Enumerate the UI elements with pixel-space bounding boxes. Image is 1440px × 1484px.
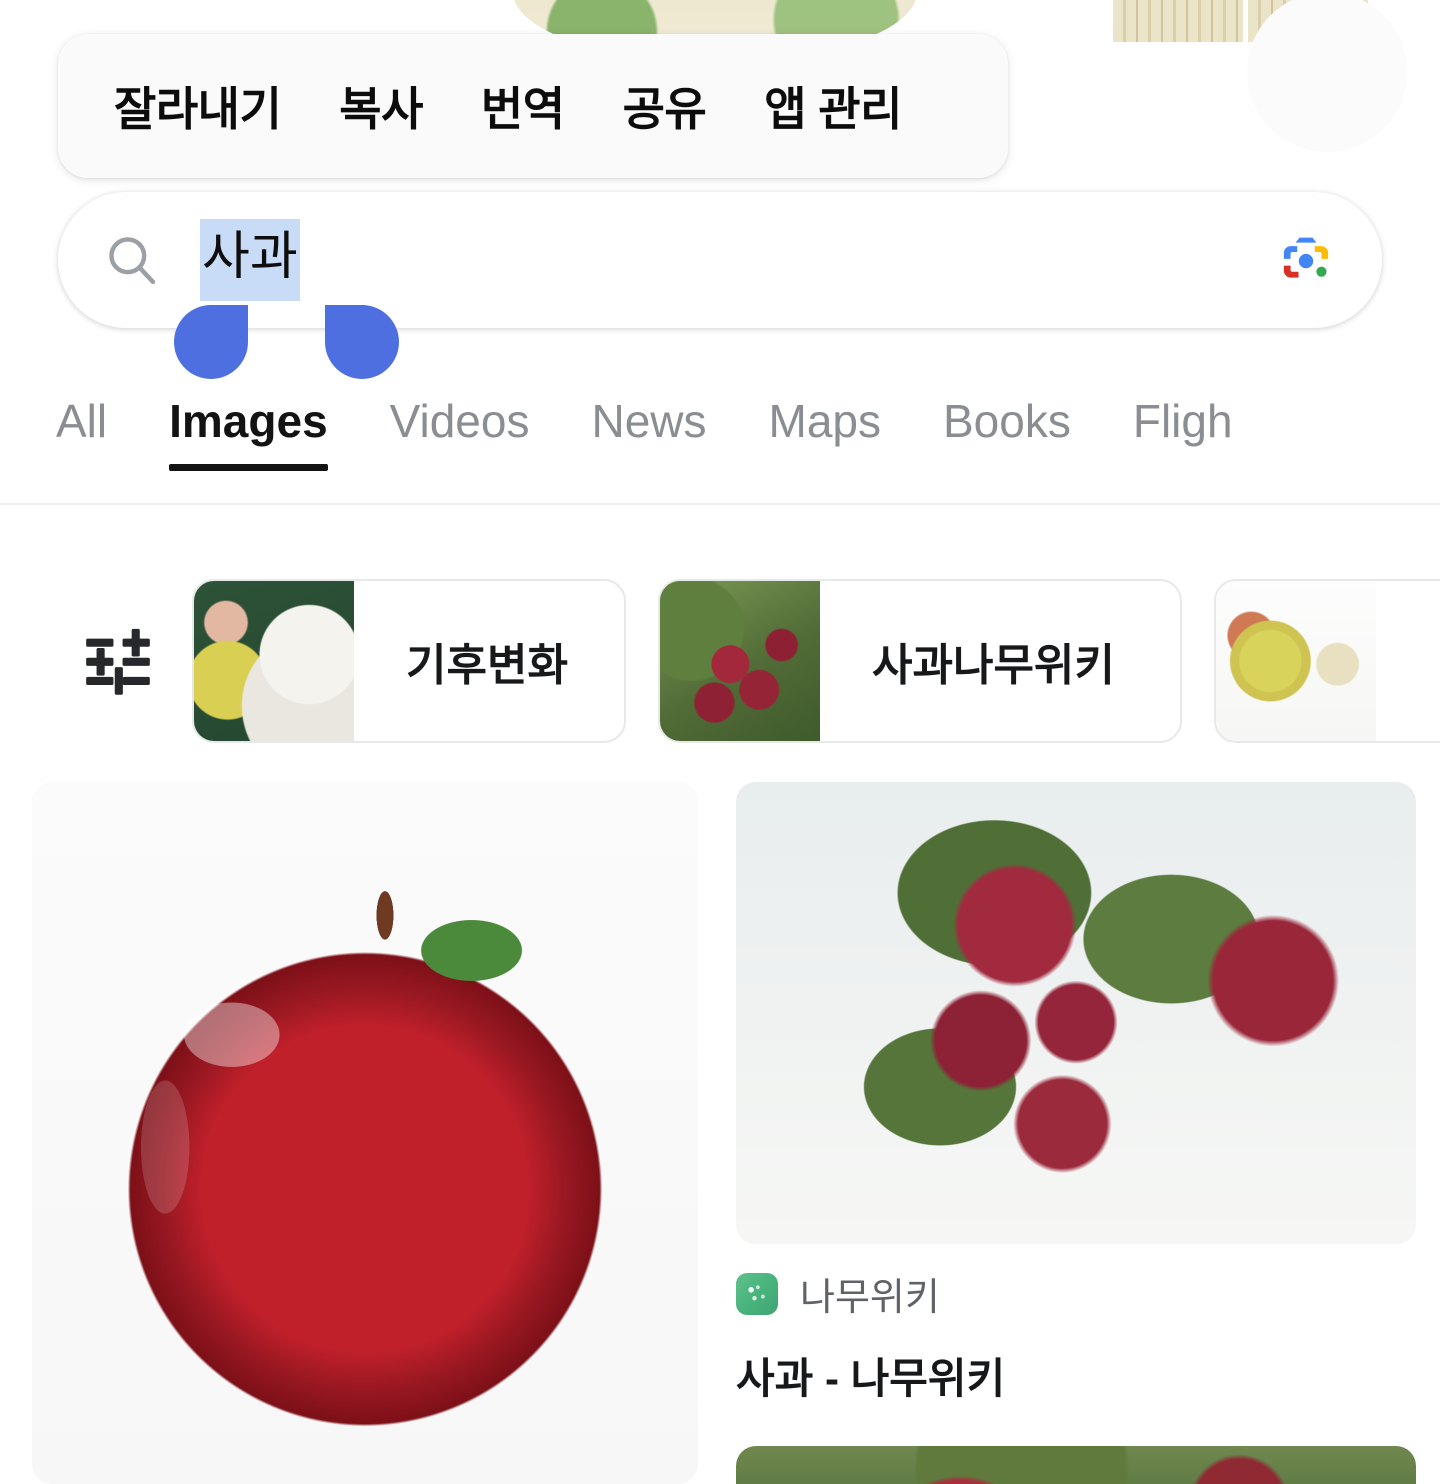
image-result-card[interactable] bbox=[32, 782, 698, 1484]
context-menu-item-copy[interactable]: 복사 bbox=[339, 73, 423, 139]
tab-news[interactable]: News bbox=[591, 372, 706, 449]
tab-maps[interactable]: Maps bbox=[769, 372, 881, 449]
results-column-right: 나무위키 사과 - 나무위키 bbox=[736, 782, 1416, 1484]
related-chip-climate-change[interactable]: 기후변화 bbox=[192, 579, 626, 743]
result-title[interactable]: 사과 - 나무위키 bbox=[736, 1345, 1416, 1406]
avatar[interactable] bbox=[1247, 0, 1407, 152]
chip-label: 기후변화 bbox=[406, 641, 568, 690]
chip-thumbnail-yellow-apple bbox=[1216, 581, 1376, 741]
result-image-red-apple[interactable] bbox=[32, 782, 698, 1484]
result-source-row: 나무위키 bbox=[736, 1266, 1416, 1321]
search-vertical-tabs: All Images Videos News Maps Books Fligh bbox=[0, 372, 1440, 503]
tune-icon[interactable] bbox=[70, 613, 166, 709]
image-result-card[interactable] bbox=[736, 1446, 1416, 1484]
selection-handle-end[interactable] bbox=[325, 305, 399, 379]
tab-images[interactable]: Images bbox=[169, 372, 328, 472]
related-chip-apple-tree-namuwiki[interactable]: 사과나무위키 bbox=[658, 579, 1182, 743]
related-search-chips-row: 기후변화 사과나무위키 bbox=[0, 565, 1440, 757]
results-column-left bbox=[32, 782, 698, 1484]
google-lens-icon[interactable] bbox=[1274, 228, 1338, 292]
search-bar[interactable]: 사과 bbox=[58, 192, 1382, 328]
chip-thumbnail-dog-with-apple bbox=[194, 581, 354, 741]
context-menu-item-manage-apps[interactable]: 앱 관리 bbox=[764, 73, 902, 139]
image-results-grid: 나무위키 사과 - 나무위키 bbox=[0, 782, 1440, 1484]
tab-videos[interactable]: Videos bbox=[390, 372, 530, 449]
chip-thumbnail-apples-on-tree bbox=[660, 581, 820, 741]
search-icon bbox=[109, 237, 156, 285]
selection-handle-start[interactable] bbox=[174, 305, 248, 379]
tab-bar-divider bbox=[0, 503, 1440, 505]
context-menu-item-cut[interactable]: 잘라내기 bbox=[114, 73, 282, 139]
chip-label: 사과나무위키 bbox=[872, 641, 1115, 690]
result-image-green-orchard[interactable] bbox=[736, 1446, 1416, 1484]
text-selection-context-menu[interactable]: 잘라내기 복사 번역 공유 앱 관리 bbox=[58, 34, 1008, 178]
search-query-text[interactable]: 사과 bbox=[200, 219, 300, 301]
context-menu-item-translate[interactable]: 번역 bbox=[481, 73, 565, 139]
context-menu-item-share[interactable]: 공유 bbox=[623, 73, 707, 139]
related-chip-partial[interactable] bbox=[1214, 579, 1440, 743]
tab-all[interactable]: All bbox=[56, 372, 107, 449]
namuwiki-favicon bbox=[736, 1272, 778, 1315]
doodle-building-left bbox=[1113, 0, 1243, 42]
result-source-name: 나무위키 bbox=[800, 1277, 940, 1319]
tab-books[interactable]: Books bbox=[943, 372, 1071, 449]
result-image-apples-on-branch[interactable] bbox=[736, 782, 1416, 1244]
tab-flights[interactable]: Fligh bbox=[1133, 372, 1233, 449]
image-result-card[interactable]: 나무위키 사과 - 나무위키 bbox=[736, 782, 1416, 1406]
